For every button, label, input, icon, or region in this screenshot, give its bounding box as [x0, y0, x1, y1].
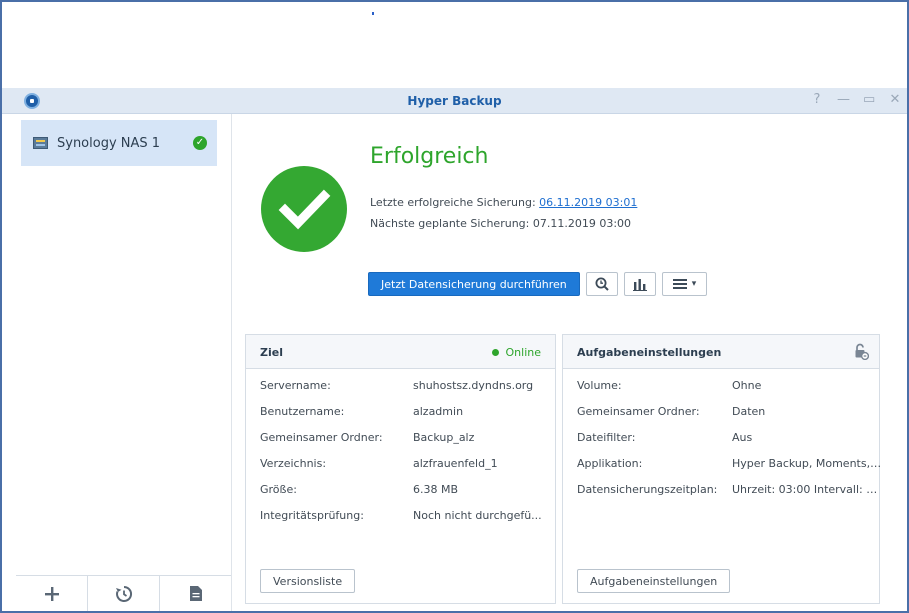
info-value: shuhostsz.dyndns.org: [413, 379, 534, 392]
title-bar[interactable]: Hyper Backup ? — ▭ ✕: [2, 88, 907, 114]
task-settings-card: Aufgabeneinstellungen Volume: Ohne Gemein…: [562, 334, 882, 604]
next-backup-line: Nächste geplante Sicherung: 07.11.2019 0…: [370, 217, 631, 230]
history-icon: [115, 585, 132, 602]
info-row: Datensicherungszeitplan: Uhrzeit: 03:00 I…: [577, 483, 882, 509]
success-check-icon: [261, 166, 347, 252]
more-actions-button[interactable]: ▾: [661, 272, 708, 296]
info-row: Benutzername: alzadmin: [260, 405, 545, 431]
info-row: Integritätsprüfung: Noch nicht durchgefü.…: [260, 509, 545, 535]
close-button[interactable]: ✕: [889, 92, 901, 107]
version-list-button[interactable]: Versionsliste: [260, 569, 356, 593]
info-value: Hyper Backup, Moments, O...: [732, 457, 882, 470]
add-task-button[interactable]: [16, 576, 88, 611]
info-row: Verzeichnis: alzfrauenfeld_1: [260, 457, 545, 483]
next-backup-label: Nächste geplante Sicherung:: [370, 217, 533, 230]
maximize-button[interactable]: ▭: [863, 92, 875, 107]
info-value: 6.38 MB: [413, 483, 459, 496]
window-controls: ? — ▭ ✕: [811, 92, 901, 107]
task-settings-card-title: Aufgabeneinstellungen: [577, 346, 722, 359]
target-card: Ziel Online Servername: shuhostsz.dyndns.…: [245, 334, 556, 604]
restore-button[interactable]: [88, 576, 160, 611]
info-row: Servername: shuhostsz.dyndns.org: [260, 379, 545, 405]
sidebar-toolbar: [16, 575, 231, 611]
info-row: Größe: 6.38 MB: [260, 483, 545, 509]
window-title: Hyper Backup: [407, 94, 502, 108]
task-settings-card-header: Aufgabeneinstellungen: [563, 335, 879, 369]
help-button[interactable]: ?: [811, 92, 823, 107]
document-icon: [189, 586, 202, 601]
info-key: Größe:: [260, 483, 297, 496]
main-panel: Erfolgreich Letzte erfolgreiche Sicherun…: [233, 114, 907, 611]
next-backup-value: 07.11.2019 03:00: [532, 217, 632, 230]
info-value: Ohne: [732, 379, 762, 392]
info-value: alzadmin: [413, 405, 464, 418]
info-row: Gemeinsamer Ordner: Daten: [577, 405, 882, 431]
action-toolbar: Jetzt Datensicherung durchführen ▾: [368, 272, 708, 296]
cursor-mark: [372, 12, 374, 15]
info-key: Integritätsprüfung:: [260, 509, 364, 522]
info-value: Daten: [732, 405, 766, 418]
info-key: Verzeichnis:: [260, 457, 327, 470]
last-backup-label: Letzte erfolgreiche Sicherung:: [370, 196, 540, 209]
info-row: Volume: Ohne: [577, 379, 882, 405]
info-row: Dateifilter: Aus: [577, 431, 882, 457]
info-row: Applikation: Hyper Backup, Moments, O...: [577, 457, 882, 483]
bar-chart-icon: [632, 279, 647, 291]
info-key: Applikation:: [577, 457, 643, 470]
chevron-down-icon: ▾: [691, 279, 697, 289]
minimize-button[interactable]: —: [837, 92, 850, 107]
search-clock-icon: [595, 277, 609, 291]
menu-icon: [672, 279, 687, 289]
task-name: Synology NAS 1: [57, 135, 161, 151]
info-key: Gemeinsamer Ordner:: [577, 405, 700, 418]
statistics-button[interactable]: [623, 272, 656, 296]
task-settings-button[interactable]: Aufgabeneinstellungen: [577, 569, 731, 593]
log-button[interactable]: [160, 576, 231, 611]
task-status-ok-icon: ✓: [193, 136, 207, 150]
info-key: Datensicherungszeitplan:: [577, 483, 718, 496]
status-title: Erfolgreich: [370, 144, 489, 169]
settings-info-list: Volume: Ohne Gemeinsamer Ordner: Daten Dat…: [577, 379, 882, 509]
online-status: Online: [491, 346, 541, 359]
unlock-settings-icon[interactable]: [853, 343, 869, 360]
target-info-list: Servername: shuhostsz.dyndns.org Benutzer…: [260, 379, 545, 535]
info-value: Aus: [732, 431, 753, 444]
plus-icon: [44, 586, 59, 601]
info-key: Volume:: [577, 379, 622, 392]
info-key: Servername:: [260, 379, 331, 392]
info-value: Noch nicht durchgefü...: [413, 509, 542, 522]
last-backup-link[interactable]: 06.11.2019 03:01: [539, 196, 637, 209]
last-backup-line: Letzte erfolgreiche Sicherung: 06.11.201…: [370, 196, 637, 209]
info-value: Backup_alz: [413, 431, 475, 444]
online-dot-icon: [491, 349, 499, 356]
info-row: Gemeinsamer Ordner: Backup_alz: [260, 431, 545, 457]
task-sidebar: Synology NAS 1 ✓: [16, 114, 232, 611]
hyper-backup-window: Hyper Backup ? — ▭ ✕ Synology NAS 1 ✓ Er…: [2, 88, 907, 611]
info-value: Uhrzeit: 03:00 Intervall: T...: [732, 483, 882, 496]
browse-versions-button[interactable]: [585, 272, 618, 296]
task-item-synology-nas-1[interactable]: Synology NAS 1 ✓: [21, 120, 217, 166]
info-value: alzfrauenfeld_1: [413, 457, 498, 470]
target-card-header: Ziel Online: [246, 335, 555, 369]
online-status-label: Online: [505, 346, 541, 359]
info-key: Dateifilter:: [577, 431, 636, 444]
backup-now-button[interactable]: Jetzt Datensicherung durchführen: [368, 272, 580, 296]
target-card-title: Ziel: [260, 346, 283, 359]
nas-server-icon: [33, 137, 48, 149]
info-key: Gemeinsamer Ordner:: [260, 431, 383, 444]
info-key: Benutzername:: [260, 405, 345, 418]
